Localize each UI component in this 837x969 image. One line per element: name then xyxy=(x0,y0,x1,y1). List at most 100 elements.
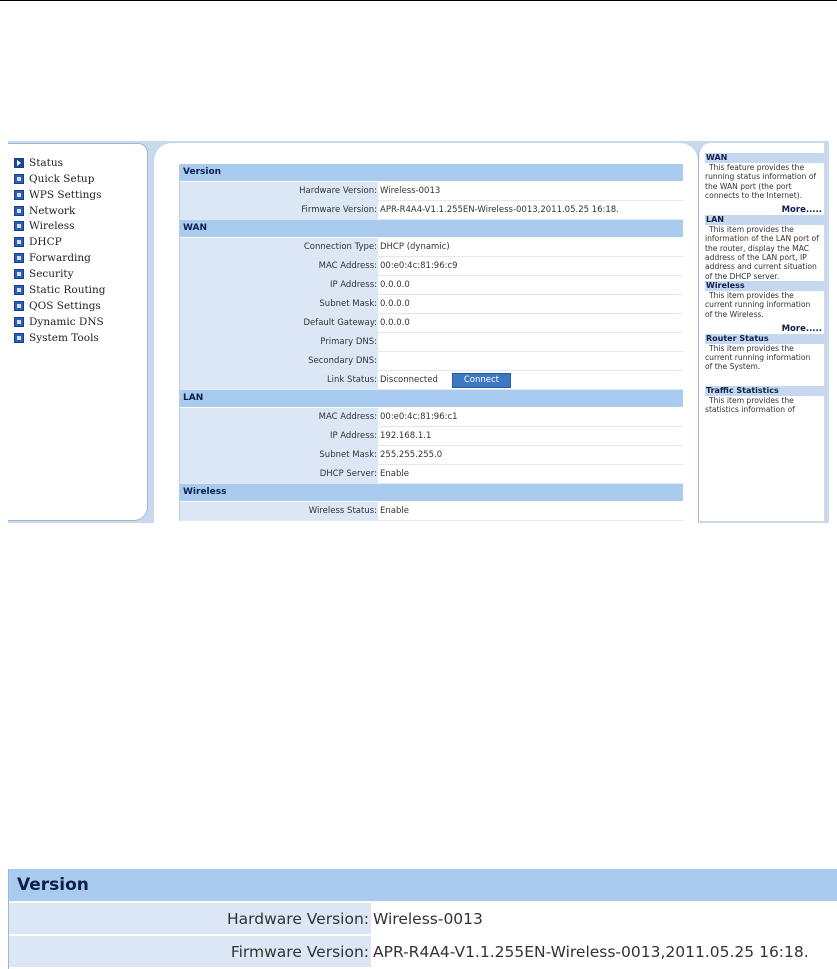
help-text-router-status: This item provides the current running i… xyxy=(705,343,811,372)
plus-expand-icon xyxy=(14,253,24,263)
help-text-wan: This feature provides the running status… xyxy=(705,163,817,200)
primary-dns-label: Primary DNS: xyxy=(180,333,378,351)
table-row: IP Address: 192.168.1.1 xyxy=(180,427,683,446)
zoom-section-header-version: Version xyxy=(9,869,837,903)
plus-expand-icon xyxy=(14,269,24,279)
secondary-dns-label: Secondary DNS: xyxy=(180,352,378,370)
zoom-firmware-version-value: APR-R4A4-V1.1.255EN-Wireless-0013,2011.0… xyxy=(371,936,837,967)
plus-expand-icon xyxy=(14,221,24,231)
wan-subnet-value: 0.0.0.0 xyxy=(380,299,410,309)
link-status-label: Link Status: xyxy=(180,371,378,389)
help-more-link[interactable]: More..... xyxy=(705,205,824,215)
sidebar-item-static-routing[interactable]: Static Routing xyxy=(14,282,106,298)
table-row: Secondary DNS: xyxy=(180,352,683,371)
help-text-lan: This item provides the information of th… xyxy=(705,225,819,281)
hardware-version-value: Wireless-0013 xyxy=(380,186,441,196)
sidebar-menu: Status Quick Setup WPS Settings Network … xyxy=(8,143,148,521)
table-row: MAC Address: 00:e0:4c:81:96:c1 xyxy=(180,408,683,427)
table-row: Subnet Mask: 0.0.0.0 xyxy=(180,295,683,314)
wan-mac-value: 00:e0:4c:81:96:c9 xyxy=(380,261,458,271)
sidebar-item-qos-settings[interactable]: QOS Settings xyxy=(14,298,101,314)
wireless-status-value: Enable xyxy=(380,506,409,516)
sidebar-item-wps-settings[interactable]: WPS Settings xyxy=(14,187,101,203)
sidebar-item-forwarding[interactable]: Forwarding xyxy=(14,250,91,266)
sidebar-item-label: WPS Settings xyxy=(29,189,102,201)
sidebar-item-label: Wireless xyxy=(29,220,75,232)
sidebar-item-label: System Tools xyxy=(29,332,99,344)
wan-ip-label: IP Address: xyxy=(180,276,378,294)
table-row: Primary DNS: xyxy=(180,333,683,352)
table-row: Firmware Version: APR-R4A4-V1.1.255EN-Wir… xyxy=(180,201,683,220)
status-table: Version Hardware Version: Wireless-0013 F… xyxy=(179,164,683,521)
sidebar-item-label: Network xyxy=(29,205,76,217)
plus-expand-icon xyxy=(14,237,24,247)
secondary-dns-value xyxy=(378,352,683,370)
primary-dns-value xyxy=(378,333,683,351)
connect-button[interactable]: Connect xyxy=(451,372,512,388)
dhcp-server-label: DHCP Server: xyxy=(180,465,378,483)
sidebar-item-status[interactable]: Status xyxy=(14,155,63,171)
sidebar-item-dynamic-dns[interactable]: Dynamic DNS xyxy=(14,314,104,330)
table-row: Connection Type: DHCP (dynamic) xyxy=(180,238,683,257)
lan-subnet-value: 255.255.255.0 xyxy=(380,450,443,460)
help-title-wan: WAN xyxy=(705,153,824,163)
zoom-hardware-version-label: Hardware Version: xyxy=(9,903,371,934)
wan-mac-label: MAC Address: xyxy=(180,257,378,275)
table-row: Link Status: Disconnected Connect xyxy=(180,371,683,390)
help-panel: WAN This feature provides the running st… xyxy=(698,143,824,521)
table-row: Wireless Status: Enable xyxy=(180,502,683,521)
table-row: Default Gateway: 0.0.0.0 xyxy=(180,314,683,333)
square-bullet-icon xyxy=(14,174,24,184)
help-text-wireless: This item provides the current running i… xyxy=(705,290,811,319)
arrow-right-icon xyxy=(14,158,24,168)
connection-type-value: DHCP (dynamic) xyxy=(380,242,450,252)
lan-subnet-label: Subnet Mask: xyxy=(180,446,378,464)
table-row: Hardware Version: Wireless-0013 xyxy=(9,903,837,936)
connection-type-label: Connection Type: xyxy=(180,238,378,256)
table-row: MAC Address: 00:e0:4c:81:96:c9 xyxy=(180,257,683,276)
link-status-value: Disconnected xyxy=(380,375,438,385)
section-header-version: Version xyxy=(180,164,683,182)
sidebar-item-quick-setup[interactable]: Quick Setup xyxy=(14,171,94,187)
help-more-link[interactable]: More..... xyxy=(705,324,824,334)
plus-expand-icon xyxy=(14,301,24,311)
dhcp-server-value: Enable xyxy=(380,469,409,479)
help-title-lan: LAN xyxy=(705,215,824,226)
sidebar-item-label: Quick Setup xyxy=(29,173,95,185)
sidebar-item-label: Static Routing xyxy=(29,284,106,296)
router-status-screenshot: Status Quick Setup WPS Settings Network … xyxy=(8,141,829,523)
link-status-cell: Disconnected Connect xyxy=(378,371,683,389)
sidebar-item-label: Security xyxy=(29,268,74,280)
zoom-firmware-version-label: Firmware Version: xyxy=(9,936,371,967)
plus-expand-icon xyxy=(14,206,24,216)
firmware-version-value: APR-R4A4-V1.1.255EN-Wireless-0013,2011.0… xyxy=(380,205,619,215)
lan-mac-value: 00:e0:4c:81:96:c1 xyxy=(380,412,458,422)
help-title-wireless: Wireless xyxy=(705,280,824,291)
firmware-version-label: Firmware Version: xyxy=(180,201,378,219)
default-gateway-value: 0.0.0.0 xyxy=(380,318,410,328)
page-top-rule xyxy=(0,0,837,1)
wan-subnet-label: Subnet Mask: xyxy=(180,295,378,313)
table-row: Subnet Mask: 255.255.255.0 xyxy=(180,446,683,465)
zoom-hardware-version-value: Wireless-0013 xyxy=(371,903,837,934)
sidebar-item-dhcp[interactable]: DHCP xyxy=(14,234,62,250)
sidebar-item-label: Forwarding xyxy=(29,252,91,264)
section-header-wan: WAN xyxy=(180,220,683,238)
help-text-traffic-statistics: This item provides the statistics inform… xyxy=(705,395,795,415)
sidebar-item-security[interactable]: Security xyxy=(14,266,74,282)
wireless-status-label: Wireless Status: xyxy=(180,502,378,520)
sidebar-item-label: Status xyxy=(29,157,64,169)
status-panel: Version Hardware Version: Wireless-0013 F… xyxy=(154,143,698,523)
sidebar-item-network[interactable]: Network xyxy=(14,203,75,219)
hardware-version-label: Hardware Version: xyxy=(180,182,378,200)
sidebar-item-label: QOS Settings xyxy=(29,300,101,312)
lan-mac-label: MAC Address: xyxy=(180,408,378,426)
sidebar-item-system-tools[interactable]: System Tools xyxy=(14,330,99,346)
sidebar-item-wireless[interactable]: Wireless xyxy=(14,218,75,234)
table-row: Firmware Version: APR-R4A4-V1.1.255EN-Wir… xyxy=(9,936,837,969)
square-bullet-icon xyxy=(14,190,24,200)
help-title-traffic-statistics: Traffic Statistics xyxy=(705,385,824,396)
lan-ip-value: 192.168.1.1 xyxy=(380,431,432,441)
table-row: IP Address: 0.0.0.0 xyxy=(180,276,683,295)
help-title-router-status: Router Status xyxy=(705,333,824,344)
